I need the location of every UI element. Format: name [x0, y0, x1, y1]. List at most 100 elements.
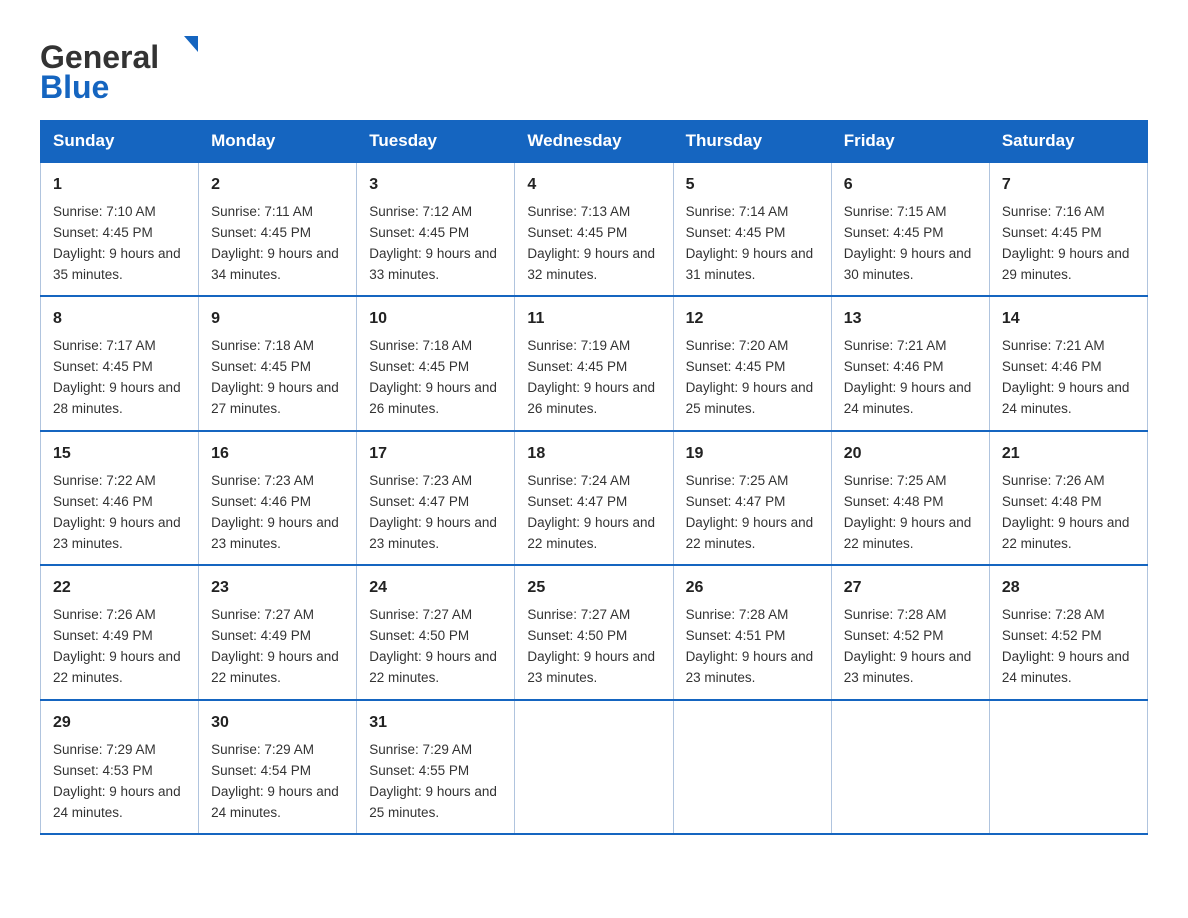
logo: General Blue: [40, 30, 200, 100]
day-info: Sunrise: 7:29 AMSunset: 4:55 PMDaylight:…: [369, 742, 497, 820]
day-number: 20: [844, 442, 977, 467]
calendar-week-3: 15 Sunrise: 7:22 AMSunset: 4:46 PMDaylig…: [41, 431, 1148, 565]
calendar-cell: 12 Sunrise: 7:20 AMSunset: 4:45 PMDaylig…: [673, 296, 831, 430]
day-info: Sunrise: 7:11 AMSunset: 4:45 PMDaylight:…: [211, 204, 339, 282]
day-number: 15: [53, 442, 186, 467]
day-info: Sunrise: 7:25 AMSunset: 4:48 PMDaylight:…: [844, 473, 972, 551]
calendar-cell: 1 Sunrise: 7:10 AMSunset: 4:45 PMDayligh…: [41, 162, 199, 296]
calendar-cell: 14 Sunrise: 7:21 AMSunset: 4:46 PMDaylig…: [989, 296, 1147, 430]
day-number: 14: [1002, 307, 1135, 332]
calendar-cell: 21 Sunrise: 7:26 AMSunset: 4:48 PMDaylig…: [989, 431, 1147, 565]
day-info: Sunrise: 7:10 AMSunset: 4:45 PMDaylight:…: [53, 204, 181, 282]
day-of-week-wednesday: Wednesday: [515, 121, 673, 163]
day-info: Sunrise: 7:25 AMSunset: 4:47 PMDaylight:…: [686, 473, 814, 551]
day-number: 30: [211, 711, 344, 736]
calendar-cell: 20 Sunrise: 7:25 AMSunset: 4:48 PMDaylig…: [831, 431, 989, 565]
day-info: Sunrise: 7:19 AMSunset: 4:45 PMDaylight:…: [527, 338, 655, 416]
day-info: Sunrise: 7:15 AMSunset: 4:45 PMDaylight:…: [844, 204, 972, 282]
day-info: Sunrise: 7:14 AMSunset: 4:45 PMDaylight:…: [686, 204, 814, 282]
day-number: 2: [211, 173, 344, 198]
day-info: Sunrise: 7:23 AMSunset: 4:46 PMDaylight:…: [211, 473, 339, 551]
day-info: Sunrise: 7:23 AMSunset: 4:47 PMDaylight:…: [369, 473, 497, 551]
day-info: Sunrise: 7:29 AMSunset: 4:53 PMDaylight:…: [53, 742, 181, 820]
day-number: 4: [527, 173, 660, 198]
calendar-cell: 11 Sunrise: 7:19 AMSunset: 4:45 PMDaylig…: [515, 296, 673, 430]
calendar-cell: 2 Sunrise: 7:11 AMSunset: 4:45 PMDayligh…: [199, 162, 357, 296]
calendar-cell: [515, 700, 673, 834]
calendar-cell: 5 Sunrise: 7:14 AMSunset: 4:45 PMDayligh…: [673, 162, 831, 296]
day-number: 9: [211, 307, 344, 332]
day-number: 26: [686, 576, 819, 601]
calendar-header-row: SundayMondayTuesdayWednesdayThursdayFrid…: [41, 121, 1148, 163]
day-of-week-saturday: Saturday: [989, 121, 1147, 163]
day-info: Sunrise: 7:24 AMSunset: 4:47 PMDaylight:…: [527, 473, 655, 551]
calendar-cell: 23 Sunrise: 7:27 AMSunset: 4:49 PMDaylig…: [199, 565, 357, 699]
calendar-cell: 29 Sunrise: 7:29 AMSunset: 4:53 PMDaylig…: [41, 700, 199, 834]
calendar-cell: 15 Sunrise: 7:22 AMSunset: 4:46 PMDaylig…: [41, 431, 199, 565]
day-number: 21: [1002, 442, 1135, 467]
calendar-cell: [989, 700, 1147, 834]
day-info: Sunrise: 7:20 AMSunset: 4:45 PMDaylight:…: [686, 338, 814, 416]
day-info: Sunrise: 7:27 AMSunset: 4:50 PMDaylight:…: [369, 607, 497, 685]
day-info: Sunrise: 7:29 AMSunset: 4:54 PMDaylight:…: [211, 742, 339, 820]
day-info: Sunrise: 7:27 AMSunset: 4:49 PMDaylight:…: [211, 607, 339, 685]
svg-text:Blue: Blue: [40, 69, 109, 100]
day-info: Sunrise: 7:13 AMSunset: 4:45 PMDaylight:…: [527, 204, 655, 282]
calendar-cell: 28 Sunrise: 7:28 AMSunset: 4:52 PMDaylig…: [989, 565, 1147, 699]
calendar-cell: 26 Sunrise: 7:28 AMSunset: 4:51 PMDaylig…: [673, 565, 831, 699]
day-info: Sunrise: 7:17 AMSunset: 4:45 PMDaylight:…: [53, 338, 181, 416]
calendar-cell: 30 Sunrise: 7:29 AMSunset: 4:54 PMDaylig…: [199, 700, 357, 834]
calendar-cell: 18 Sunrise: 7:24 AMSunset: 4:47 PMDaylig…: [515, 431, 673, 565]
page-header: General Blue: [40, 30, 1148, 100]
day-number: 11: [527, 307, 660, 332]
day-info: Sunrise: 7:26 AMSunset: 4:49 PMDaylight:…: [53, 607, 181, 685]
day-number: 18: [527, 442, 660, 467]
day-info: Sunrise: 7:18 AMSunset: 4:45 PMDaylight:…: [369, 338, 497, 416]
day-of-week-tuesday: Tuesday: [357, 121, 515, 163]
day-of-week-sunday: Sunday: [41, 121, 199, 163]
day-info: Sunrise: 7:27 AMSunset: 4:50 PMDaylight:…: [527, 607, 655, 685]
calendar-cell: 7 Sunrise: 7:16 AMSunset: 4:45 PMDayligh…: [989, 162, 1147, 296]
calendar-week-1: 1 Sunrise: 7:10 AMSunset: 4:45 PMDayligh…: [41, 162, 1148, 296]
day-of-week-monday: Monday: [199, 121, 357, 163]
day-number: 17: [369, 442, 502, 467]
day-number: 3: [369, 173, 502, 198]
calendar-cell: 25 Sunrise: 7:27 AMSunset: 4:50 PMDaylig…: [515, 565, 673, 699]
day-number: 16: [211, 442, 344, 467]
day-number: 5: [686, 173, 819, 198]
day-number: 6: [844, 173, 977, 198]
day-info: Sunrise: 7:28 AMSunset: 4:52 PMDaylight:…: [1002, 607, 1130, 685]
calendar-week-5: 29 Sunrise: 7:29 AMSunset: 4:53 PMDaylig…: [41, 700, 1148, 834]
day-number: 31: [369, 711, 502, 736]
calendar-cell: 13 Sunrise: 7:21 AMSunset: 4:46 PMDaylig…: [831, 296, 989, 430]
day-info: Sunrise: 7:22 AMSunset: 4:46 PMDaylight:…: [53, 473, 181, 551]
calendar-cell: 31 Sunrise: 7:29 AMSunset: 4:55 PMDaylig…: [357, 700, 515, 834]
calendar-cell: [673, 700, 831, 834]
day-number: 10: [369, 307, 502, 332]
day-of-week-thursday: Thursday: [673, 121, 831, 163]
day-info: Sunrise: 7:26 AMSunset: 4:48 PMDaylight:…: [1002, 473, 1130, 551]
day-number: 12: [686, 307, 819, 332]
day-info: Sunrise: 7:28 AMSunset: 4:52 PMDaylight:…: [844, 607, 972, 685]
calendar-cell: 10 Sunrise: 7:18 AMSunset: 4:45 PMDaylig…: [357, 296, 515, 430]
day-info: Sunrise: 7:18 AMSunset: 4:45 PMDaylight:…: [211, 338, 339, 416]
day-number: 8: [53, 307, 186, 332]
calendar-cell: 6 Sunrise: 7:15 AMSunset: 4:45 PMDayligh…: [831, 162, 989, 296]
calendar-cell: 16 Sunrise: 7:23 AMSunset: 4:46 PMDaylig…: [199, 431, 357, 565]
calendar-cell: 8 Sunrise: 7:17 AMSunset: 4:45 PMDayligh…: [41, 296, 199, 430]
day-number: 22: [53, 576, 186, 601]
day-number: 24: [369, 576, 502, 601]
day-number: 27: [844, 576, 977, 601]
day-number: 29: [53, 711, 186, 736]
calendar-week-2: 8 Sunrise: 7:17 AMSunset: 4:45 PMDayligh…: [41, 296, 1148, 430]
day-number: 25: [527, 576, 660, 601]
calendar-cell: 27 Sunrise: 7:28 AMSunset: 4:52 PMDaylig…: [831, 565, 989, 699]
day-number: 1: [53, 173, 186, 198]
calendar-cell: 17 Sunrise: 7:23 AMSunset: 4:47 PMDaylig…: [357, 431, 515, 565]
day-of-week-friday: Friday: [831, 121, 989, 163]
calendar-cell: 4 Sunrise: 7:13 AMSunset: 4:45 PMDayligh…: [515, 162, 673, 296]
calendar-cell: 9 Sunrise: 7:18 AMSunset: 4:45 PMDayligh…: [199, 296, 357, 430]
day-info: Sunrise: 7:12 AMSunset: 4:45 PMDaylight:…: [369, 204, 497, 282]
day-number: 7: [1002, 173, 1135, 198]
calendar-cell: 22 Sunrise: 7:26 AMSunset: 4:49 PMDaylig…: [41, 565, 199, 699]
